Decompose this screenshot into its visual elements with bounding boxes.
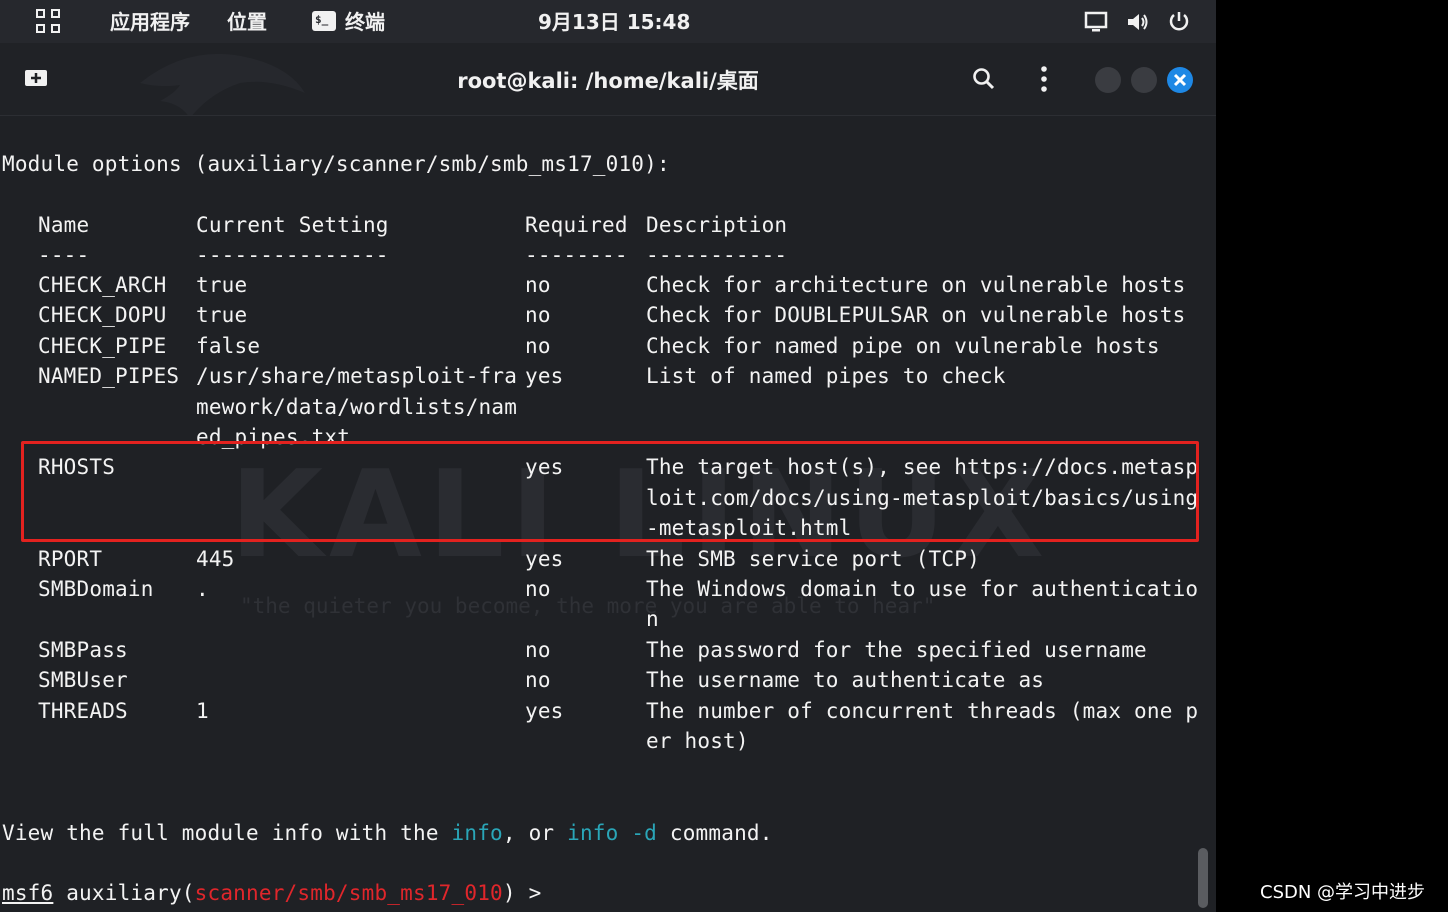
info-hint-line: View the full module info with the info,… [2,818,773,848]
option-description: The password for the specified username [646,637,1147,662]
option-required: yes [525,364,564,389]
info-hint-text: View the full module info with the [2,821,452,845]
top-panel: 应用程序 位置 $_ 终端 9月13日 15:48 [0,0,1216,43]
info-d-command: info -d [567,821,658,845]
option-name: SMBUser [38,668,128,693]
info-hint-text: , or [502,821,568,845]
terminal-app-menu[interactable]: 终端 [345,8,385,36]
option-required: no [525,333,551,358]
info-command: info [451,821,503,845]
option-current-setting: . [196,577,209,601]
option-current-setting: false [196,333,261,358]
option-name: CHECK_ARCH [38,273,167,297]
col-underline: ----------- [646,243,788,267]
option-description: n [646,607,659,632]
option-name: CHECK_PIPE [38,333,167,358]
desktop-screen: 应用程序 位置 $_ 终端 9月13日 15:48 root@kali: /ho… [0,0,1216,912]
terminal-headerbar: root@kali: /home/kali/桌面 [0,43,1216,116]
close-icon [1173,73,1187,87]
option-name: CHECK_DOPU [38,303,167,328]
prompt-text: ) > [502,881,542,905]
clock[interactable]: 9月13日 15:48 [538,8,690,36]
prompt-text: auxiliary( [53,881,195,905]
col-underline: ---- [38,243,90,267]
menu-kebab-icon[interactable] [1036,65,1052,93]
col-header-name: Name [38,213,90,237]
csdn-credit: CSDN @学习中进步 [1260,882,1426,903]
option-current-setting: true [196,303,248,328]
minimize-button[interactable] [1095,67,1121,93]
applications-menu[interactable]: 应用程序 [110,8,190,36]
option-description: The SMB service port (TCP) [646,546,980,571]
option-current-setting: mework/data/wordlists/nam [196,394,518,419]
terminal-scrollbar[interactable] [1198,848,1208,908]
col-header-description: Description [646,213,788,237]
option-required: yes [525,698,564,723]
app-grid-icon[interactable] [36,9,62,35]
option-name: SMBPass [38,637,128,662]
option-current-setting: 445 [196,546,235,571]
prompt-msf6: msf6 [2,881,54,905]
col-underline: -------- [525,243,628,267]
option-description: Check for DOUBLEPULSAR on vulnerable hos… [646,303,1186,328]
places-menu[interactable]: 位置 [227,8,267,36]
volume-icon[interactable] [1126,11,1150,33]
option-required: no [525,303,551,328]
col-header-required: Required [525,213,628,237]
option-description: The username to authenticate as [646,668,1045,693]
option-description: The number of concurrent threads (max on… [646,698,1199,723]
close-button[interactable] [1167,67,1193,93]
module-options-header: Module options (auxiliary/scanner/smb/sm… [2,152,670,176]
option-required: no [525,273,551,297]
option-description: List of named pipes to check [646,364,1006,389]
msf-prompt[interactable]: msf6 auxiliary(scanner/smb/smb_ms17_010)… [2,878,541,908]
option-name: SMBDomain [38,577,154,601]
option-description: The Windows domain to use for authentica… [646,577,1199,601]
rhosts-highlight-box [21,441,1199,542]
option-current-setting: true [196,273,248,297]
right-black-margin [1216,0,1448,912]
terminal-output[interactable]: KALI LINUX "the quieter you become, the … [0,116,1216,912]
option-current-setting: /usr/share/metasploit-fra [196,364,518,389]
option-required: no [525,637,551,662]
option-description: Check for architecture on vulnerable hos… [646,273,1186,297]
option-current-setting: 1 [196,698,209,723]
option-name: RPORT [38,546,103,571]
option-required: no [525,577,551,601]
power-icon[interactable] [1168,10,1190,32]
info-hint-text: command. [657,821,773,845]
col-header-current: Current Setting [196,213,389,237]
window-title: root@kali: /home/kali/桌面 [457,69,759,93]
option-required: yes [525,546,564,571]
option-name: NAMED_PIPES [38,364,180,389]
maximize-button[interactable] [1131,67,1157,93]
option-description: Check for named pipe on vulnerable hosts [646,333,1160,358]
terminal-app-icon: $_ [312,11,336,31]
prompt-module: scanner/smb/smb_ms17_010 [194,881,503,905]
search-icon[interactable] [972,67,996,91]
col-underline: --------------- [196,243,389,267]
option-description: er host) [646,729,749,753]
display-icon[interactable] [1084,11,1108,33]
option-required: no [525,668,551,693]
option-name: THREADS [38,698,128,723]
